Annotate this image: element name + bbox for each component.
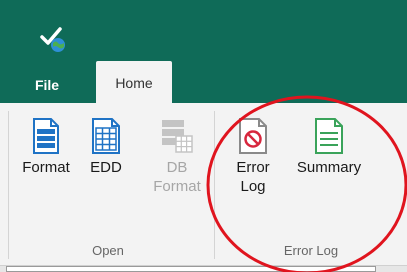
format-label: Format [22,159,70,176]
group-label-open: Open [92,243,124,258]
ribbon-tab-bar: File Home [0,61,407,105]
group-separator [214,111,215,259]
tab-file[interactable]: File [22,65,72,103]
error-log-label-line1: Error [236,159,270,176]
format-document-icon [33,118,59,154]
edd-grid-icon [92,118,120,154]
db-format-label-line2: Format [153,178,201,195]
format-button[interactable]: Format [18,118,74,177]
db-format-label-line1: DB [166,159,188,176]
error-log-icon [239,118,267,154]
summary-button[interactable]: Summary [288,118,370,177]
summary-label: Summary [296,159,362,176]
summary-document-icon [315,118,343,154]
app-logo-icon [40,27,65,52]
error-log-label-line2: Log [240,178,266,195]
db-format-button[interactable]: DB Format [146,118,208,196]
error-log-button[interactable]: Error Log [230,118,276,196]
ribbon-panel: Format EDD DB Format Open Error Log Summ… [0,103,407,266]
title-bar [0,0,407,65]
bottom-input-field[interactable] [6,266,376,272]
db-format-icon [162,120,193,153]
edd-label: EDD [90,159,122,176]
group-label-error-log: Error Log [283,243,339,258]
ribbon-left-edge [8,111,9,259]
tab-home[interactable]: Home [96,61,172,105]
edd-button[interactable]: EDD [84,118,128,177]
